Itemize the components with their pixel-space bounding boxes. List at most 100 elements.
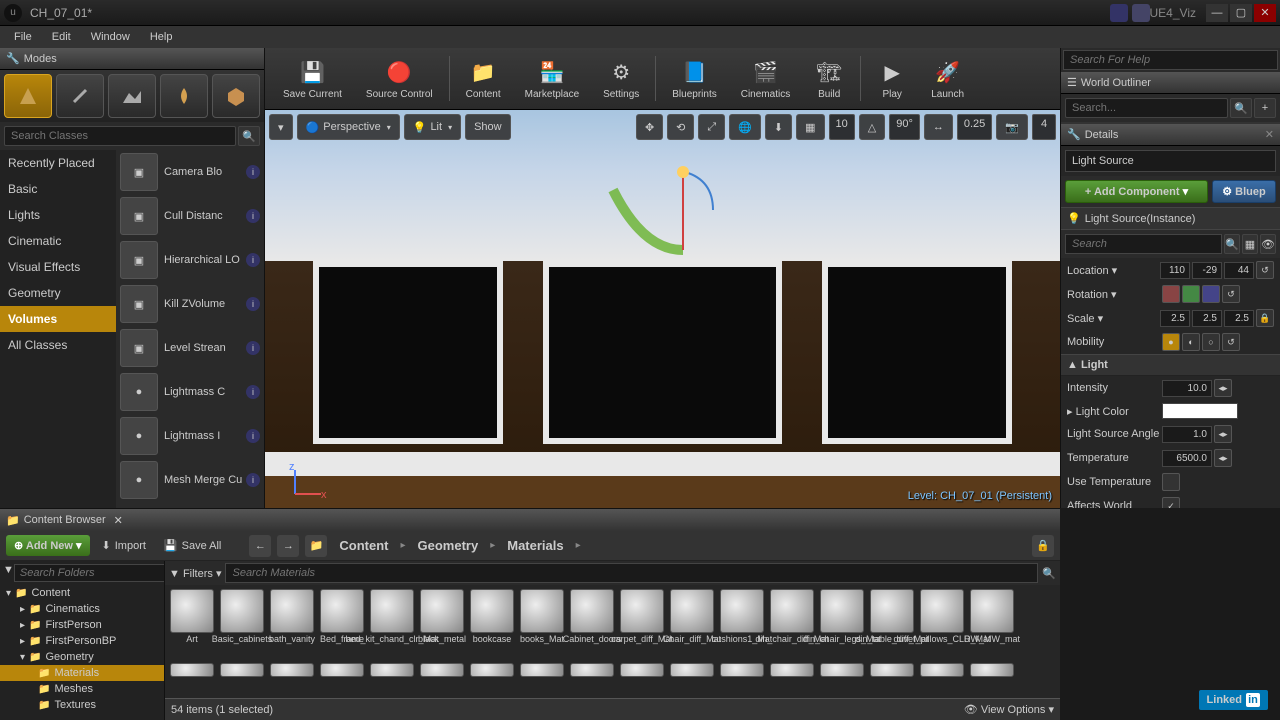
material-item[interactable]: bath_vanity [269, 589, 315, 659]
add-component-button[interactable]: + Add Component ▾ [1065, 180, 1208, 203]
material-item[interactable]: duvet_pillows_CLR_Mat [919, 589, 965, 659]
grid-snap-value[interactable]: 10 [829, 114, 855, 140]
cb-asset-search-input[interactable] [225, 563, 1038, 583]
nav-back-button[interactable]: ← [249, 535, 271, 557]
lit-button[interactable]: 💡 Lit▾ [404, 114, 461, 140]
landscape-mode-icon[interactable] [108, 74, 156, 118]
cat-geometry[interactable]: Geometry [0, 280, 116, 306]
light-color-swatch[interactable] [1162, 403, 1238, 419]
nav-folder-button[interactable]: 📁 [305, 535, 327, 557]
asset-list[interactable]: ▣Camera Bloi▣Cull Distanci▣Hierarchical … [116, 150, 264, 508]
scale-snap-value[interactable]: 0.25 [957, 114, 992, 140]
source-control-icon[interactable] [1110, 4, 1128, 22]
menu-edit[interactable]: Edit [42, 29, 81, 45]
toolbar-build-button[interactable]: 🏗Build [804, 52, 854, 105]
folder-node[interactable]: ▸📁FirstPersonBP [0, 633, 164, 649]
notification-icon[interactable] [1132, 4, 1150, 22]
rotate-gizmo-button[interactable]: ⟲ [667, 114, 694, 140]
help-search-input[interactable] [1063, 50, 1278, 70]
light-section-header[interactable]: ▲ Light [1061, 354, 1280, 376]
modes-search-input[interactable] [4, 126, 236, 146]
affects-world-checkbox[interactable]: ✓ [1162, 497, 1180, 508]
folder-node[interactable]: ▾📁Content [0, 585, 164, 601]
cb-tree-filter-icon[interactable]: ▼ [3, 564, 14, 582]
perspective-button[interactable]: 🔵 Perspective▾ [297, 114, 400, 140]
place-mode-icon[interactable] [4, 74, 52, 118]
mobility-static-button[interactable]: ● [1162, 333, 1180, 351]
asset-info-icon[interactable]: i [246, 165, 260, 179]
rot-z-icon[interactable] [1202, 285, 1220, 303]
expand-icon[interactable]: ▾ [20, 652, 25, 663]
cb-tree[interactable]: ▼🔍 ▾📁Content▸📁Cinematics▸📁FirstPerson▸📁F… [0, 561, 165, 720]
scale-snap-button[interactable]: ↔ [924, 114, 953, 140]
camera-speed-button[interactable]: 📷 [996, 114, 1028, 140]
material-item[interactable]: Basic_cabinets [219, 589, 265, 659]
angle-snap-button[interactable]: △ [859, 114, 885, 140]
toolbar-cinema-button[interactable]: 🎬Cinematics [731, 52, 800, 105]
material-item[interactable] [969, 663, 1015, 677]
material-item[interactable] [469, 663, 515, 677]
asset-info-icon[interactable]: i [246, 473, 260, 487]
scale-y[interactable]: 2.5 [1192, 310, 1222, 327]
nav-forward-button[interactable]: → [277, 535, 299, 557]
asset-info-icon[interactable]: i [246, 341, 260, 355]
material-item[interactable] [819, 663, 865, 677]
grid-snap-button[interactable]: ▦ [796, 114, 824, 140]
scale-x[interactable]: 2.5 [1160, 310, 1190, 327]
menu-window[interactable]: Window [81, 29, 140, 45]
viewport-menu-button[interactable]: ▾ [269, 114, 293, 140]
source-angle-value[interactable]: 1.0 [1162, 426, 1212, 443]
content-browser-close-icon[interactable]: ✕ [114, 514, 123, 527]
asset-item[interactable]: ▣Kill ZVolumei [116, 282, 264, 326]
toolbar-source-button[interactable]: 🔴Source Control [356, 52, 443, 105]
asset-item[interactable]: ●Mesh Merge Cui [116, 458, 264, 502]
temperature-spinner-icon[interactable]: ◂▸ [1214, 449, 1232, 467]
toolbar-content-button[interactable]: 📁Content [456, 52, 511, 105]
menu-file[interactable]: File [4, 29, 42, 45]
close-button[interactable]: ✕ [1254, 4, 1276, 22]
toolbar-save-button[interactable]: 💾Save Current [273, 52, 352, 105]
asset-item[interactable]: ▣Cull Distanci [116, 194, 264, 238]
cat-all-classes[interactable]: All Classes [0, 332, 116, 358]
cb-tree-search-input[interactable] [14, 564, 165, 582]
asset-item[interactable]: ●Lightmass Ii [116, 414, 264, 458]
material-item[interactable]: Cabinet_doors [569, 589, 615, 659]
viewport[interactable]: ▾ 🔵 Perspective▾ 💡 Lit▾ Show ✥ ⟲ ⤢ 🌐 ⬇ ▦… [265, 110, 1060, 508]
outliner-tab[interactable]: ☰ World Outliner [1061, 72, 1280, 94]
expand-icon[interactable]: ▸ [20, 636, 25, 647]
details-tab[interactable]: 🔧 Details ✕ [1061, 124, 1280, 146]
show-button[interactable]: Show [465, 114, 511, 140]
folder-node[interactable]: ▸📁Cinematics [0, 601, 164, 617]
cat-recently-placed[interactable]: Recently Placed [0, 150, 116, 176]
expand-icon[interactable]: ▸ [20, 604, 25, 615]
translate-gizmo-button[interactable]: ✥ [636, 114, 663, 140]
modes-tab[interactable]: 🔧 Modes [0, 48, 264, 70]
asset-info-icon[interactable]: i [246, 209, 260, 223]
rotation-gizmo[interactable] [583, 160, 743, 280]
expand-icon[interactable]: ▸ [20, 620, 25, 631]
add-new-button[interactable]: ⊕ Add New ▾ [6, 535, 90, 556]
cat-volumes[interactable]: Volumes [0, 306, 116, 332]
intensity-spinner-icon[interactable]: ◂▸ [1214, 379, 1232, 397]
crumb-geometry[interactable]: Geometry [412, 536, 485, 555]
use-temperature-checkbox[interactable] [1162, 473, 1180, 491]
asset-info-icon[interactable]: i [246, 429, 260, 443]
asset-info-icon[interactable]: i [246, 385, 260, 399]
import-button[interactable]: ⬇ Import [96, 535, 152, 556]
toolbar-market-button[interactable]: 🏪Marketplace [515, 52, 589, 105]
expand-icon[interactable]: ▾ [6, 588, 11, 599]
outliner-search-button[interactable]: 🔍 [1230, 98, 1252, 118]
toolbar-launch-button[interactable]: 🚀Launch [921, 52, 974, 105]
mobility-movable-button[interactable]: ○ [1202, 333, 1220, 351]
material-item[interactable] [219, 663, 265, 677]
details-properties[interactable]: Location ▾ 110 -29 44 ↺ Rotation ▾ ↺ [1061, 258, 1280, 508]
material-item[interactable] [619, 663, 665, 677]
angle-snap-value[interactable]: 90° [889, 114, 920, 140]
asset-info-icon[interactable]: i [246, 253, 260, 267]
material-item[interactable]: carpet_diff_Mat [619, 589, 665, 659]
camera-speed-value[interactable]: 4 [1032, 114, 1056, 140]
save-all-button[interactable]: 💾 Save All [158, 535, 227, 556]
mobility-stationary-button[interactable]: ◐ [1182, 333, 1200, 351]
cb-asset-grid[interactable]: ArtBasic_cabinetsbath_vanityBed_framebed… [165, 585, 1060, 698]
foliage-mode-icon[interactable] [160, 74, 208, 118]
